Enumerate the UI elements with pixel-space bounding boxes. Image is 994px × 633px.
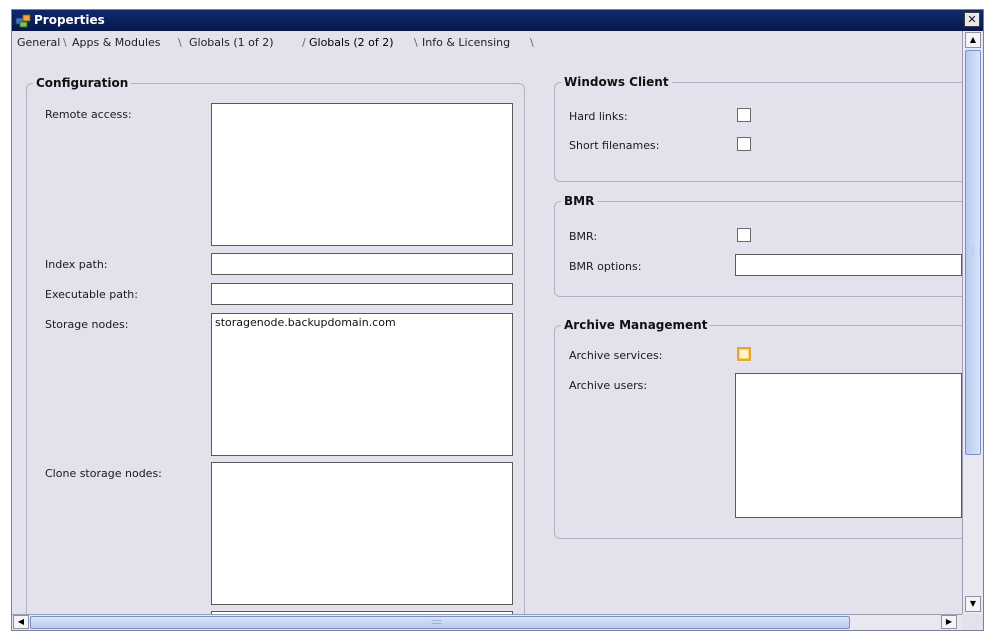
properties-window: Properties ✕ General \ Apps & Modules \ … [11,9,984,631]
tab-apps-modules[interactable]: Apps & Modules [72,35,161,52]
arrow-down-icon: ▼ [969,599,977,608]
clone-storage-nodes-label: Clone storage nodes: [45,467,162,480]
tab-separator: \ [63,36,67,49]
scroll-up-button[interactable]: ▲ [965,32,981,48]
bmr-legend: BMR [561,194,598,208]
arrow-right-icon: ▶ [945,617,953,626]
horizontal-scroll-thumb[interactable]: :::::: [30,616,850,629]
tab-separator: \ [530,36,534,49]
tab-panel-globals-2: Configuration Remote access: Index path:… [12,52,974,630]
short-filenames-label: Short filenames: [569,139,660,152]
executable-path-label: Executable path: [45,288,138,301]
windows-client-group: Windows Client [554,75,974,182]
arrow-left-icon: ◀ [17,617,25,626]
properties-app-icon [15,14,31,28]
vertical-scrollbar[interactable]: ▲ ⋮⋮ ▼ [962,31,983,614]
configuration-legend: Configuration [33,76,132,90]
scroll-corner [962,614,983,630]
archive-users-label: Archive users: [569,379,648,392]
index-path-input[interactable] [211,253,513,275]
hard-links-checkbox[interactable] [737,108,751,122]
storage-nodes-label: Storage nodes: [45,318,129,331]
grip-icon: ⋮⋮ [969,246,983,255]
windows-client-legend: Windows Client [561,75,672,89]
title-bar: Properties ✕ [12,10,983,31]
short-filenames-checkbox[interactable] [737,137,751,151]
archive-services-checkbox[interactable] [737,347,751,361]
clone-storage-nodes-input[interactable] [211,462,513,605]
remote-access-label: Remote access: [45,108,132,121]
storage-nodes-input[interactable]: storagenode.backupdomain.com [211,313,513,456]
tab-strip: General \ Apps & Modules \ Globals (1 of… [12,31,962,53]
grip-icon: :::::: [431,617,442,626]
executable-path-input[interactable] [211,283,513,305]
archive-services-label: Archive services: [569,349,663,362]
horizontal-scrollbar[interactable]: ◀ :::::: ▶ [12,614,962,630]
tab-separator: / [302,36,306,49]
remote-access-input[interactable] [211,103,513,246]
tab-info-licensing[interactable]: Info & Licensing [422,35,510,52]
archive-users-input[interactable] [735,373,962,518]
tab-separator: \ [414,36,418,49]
bmr-group: BMR [554,194,974,297]
bmr-options-input[interactable] [735,254,962,276]
tab-globals-2[interactable]: Globals (2 of 2) [309,35,394,52]
close-icon: ✕ [967,13,977,26]
close-button[interactable]: ✕ [964,12,980,27]
index-path-label: Index path: [45,258,108,271]
scroll-down-button[interactable]: ▼ [965,596,981,612]
hard-links-label: Hard links: [569,110,628,123]
bmr-checkbox[interactable] [737,228,751,242]
archive-management-legend: Archive Management [561,318,711,332]
bmr-label: BMR: [569,230,598,243]
tab-general[interactable]: General [17,35,60,52]
arrow-up-icon: ▲ [969,35,977,44]
vertical-scroll-thumb[interactable]: ⋮⋮ [965,50,983,455]
bmr-options-label: BMR options: [569,260,642,273]
tab-separator: \ [178,36,182,49]
scroll-right-button[interactable]: ▶ [941,615,957,629]
scroll-left-button[interactable]: ◀ [13,615,29,629]
tab-globals-1[interactable]: Globals (1 of 2) [189,35,274,52]
window-title: Properties [34,13,105,27]
